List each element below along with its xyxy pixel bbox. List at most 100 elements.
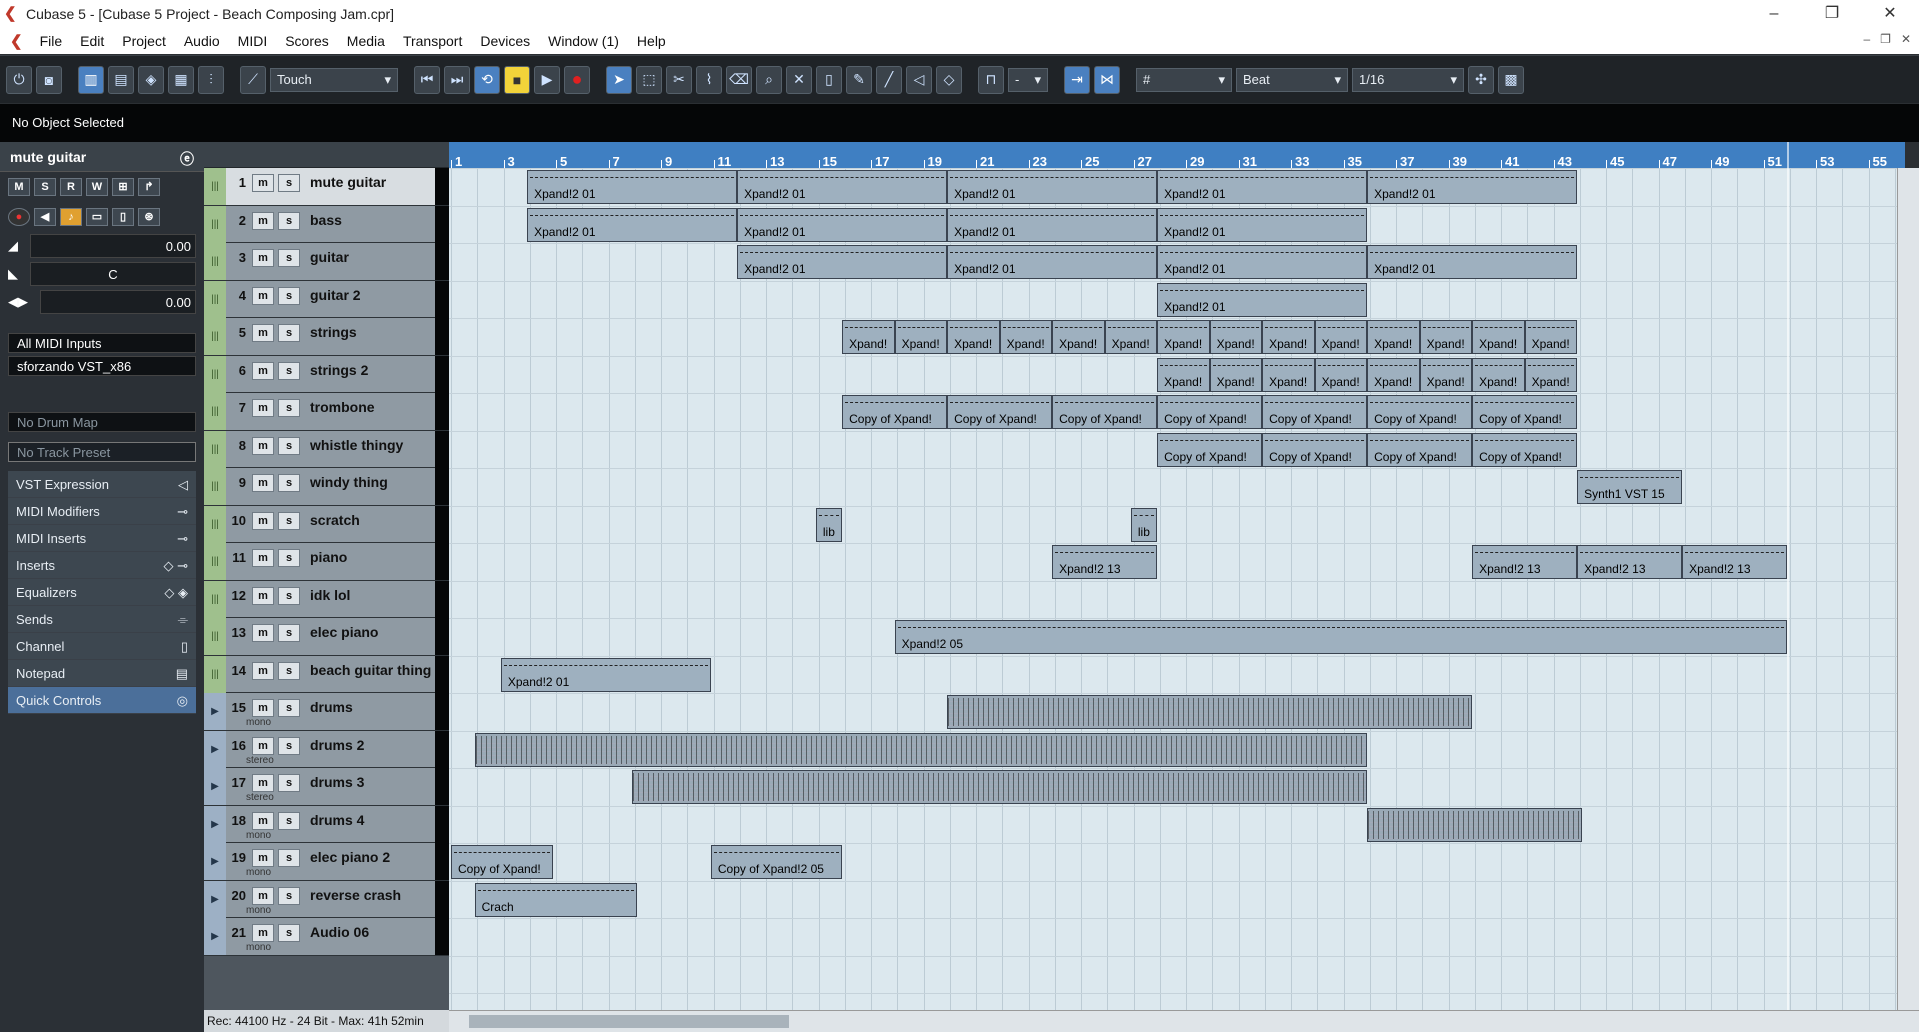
track-row[interactable]: ▶ 16 m s drums 2 stereo [204,730,449,768]
midi-part[interactable]: Xpand! [1419,357,1473,392]
quantize-select[interactable]: 1/16 ▾ [1352,67,1464,92]
maximize-button[interactable]: ❐ [1803,0,1861,28]
track-preset-select[interactable]: No Track Preset [8,442,196,462]
audio-event[interactable] [474,732,1368,767]
midi-part[interactable]: Xpand! [1367,320,1420,354]
range-selection-tool-icon[interactable]: ⬚ [636,65,662,94]
midi-part[interactable]: Xpand! [1524,320,1578,354]
solo-button[interactable]: s [278,736,300,755]
track-row[interactable]: ▶ 15 m s drums mono [204,693,449,731]
solo-button[interactable]: s [278,399,300,417]
midi-part[interactable]: Copy of Xpand! [1472,432,1578,467]
midi-part[interactable]: Xpand! [947,320,1000,354]
step-icon[interactable]: ✣ [1468,65,1494,94]
close-button[interactable]: ✕ [1861,0,1919,28]
midi-part[interactable]: Xpand!2 01 [1367,170,1578,204]
mute-button[interactable]: m [252,549,274,567]
midi-track-icon[interactable]: ||| [204,430,226,468]
volume-fader[interactable]: 0.00 [30,234,196,258]
midi-part[interactable]: Xpand!2 01 [500,657,711,692]
section-sends[interactable]: Sends ⌯ [8,606,196,633]
audio-track-icon[interactable]: ▶ [204,693,226,730]
mute-button[interactable]: m [252,399,274,417]
midi-part[interactable]: Xpand! [999,320,1053,354]
track-name[interactable]: drums [310,699,353,715]
track-name[interactable]: strings 2 [310,362,368,378]
delay-fader[interactable]: 0.00 [40,290,196,314]
track-name[interactable]: piano [310,549,347,565]
midi-part[interactable]: Copy of Xpand! [947,395,1053,429]
record-enable-button[interactable]: ● [8,208,30,226]
mute-button[interactable]: M [8,178,30,196]
midi-part[interactable]: Xpand!2 01 [1157,245,1368,279]
nudge-select[interactable]: - ▾ [1008,67,1048,92]
midi-part[interactable]: Xpand!2 13 [1472,545,1578,579]
menu-devices[interactable]: Devices [471,33,539,49]
track-name[interactable]: idk lol [310,587,350,603]
midi-track-icon[interactable]: ||| [204,205,226,243]
track-name[interactable]: elec piano [310,624,378,640]
activate-project-icon[interactable]: ⏻ [6,65,32,94]
midi-part[interactable]: Xpand!2 01 [947,245,1158,279]
midi-part[interactable]: Xpand!2 01 [1157,170,1368,204]
midi-part[interactable]: Xpand! [1262,320,1315,354]
midi-part[interactable]: Copy of Xpand! [1472,395,1578,429]
record-icon[interactable]: ● [564,65,590,94]
monitor-button[interactable]: ◀ [34,208,56,226]
midi-part[interactable]: Xpand! [1314,320,1368,354]
midi-part[interactable]: Xpand! [1262,357,1315,392]
midi-part[interactable]: Copy of Xpand! [1052,395,1158,429]
scroll-thumb[interactable] [469,1015,789,1028]
solo-button[interactable]: s [278,774,300,792]
solo-button[interactable]: s [278,474,300,492]
midi-part[interactable]: Xpand! [1472,357,1525,392]
midi-track-icon[interactable]: ||| [204,393,226,430]
track-name[interactable]: trombone [310,399,375,415]
midi-part[interactable]: Xpand! [1157,357,1210,392]
midi-part[interactable]: Xpand!2 01 [1367,245,1578,279]
track-row[interactable]: ▶ 20 m s reverse crash mono [204,880,449,918]
mute-button[interactable]: m [252,474,274,492]
grid-type-select[interactable]: Beat ▾ [1236,67,1348,92]
solo-button[interactable]: s [278,661,300,680]
mute-button[interactable]: m [252,511,274,530]
solo-button[interactable]: s [278,286,300,305]
pan-fader[interactable]: C [30,262,196,286]
mdi-minimize-icon[interactable]: – [1863,32,1870,46]
mixer-icon[interactable]: ⫶ [198,65,224,94]
solo-button[interactable]: s [278,586,300,605]
track-row[interactable]: ||| 12 m s idk lol [204,580,449,618]
section-quick-controls[interactable]: Quick Controls ◎ [8,687,196,714]
midi-part[interactable]: Xpand!2 01 [737,207,948,242]
track-name[interactable]: bass [310,212,342,228]
color-tool-icon[interactable]: ◇ [936,65,962,94]
midi-part[interactable]: Xpand!2 13 [1682,545,1788,579]
midi-part[interactable]: Xpand! [1419,320,1473,354]
menu-edit[interactable]: Edit [71,33,113,49]
show-overview-icon[interactable]: ◈ [138,65,164,94]
track-row[interactable]: ||| 6 m s strings 2 [204,355,449,393]
solo-button[interactable]: s [278,211,300,230]
menu-project[interactable]: Project [113,33,175,49]
midi-part[interactable]: Xpand! [1209,357,1263,392]
vertical-scrollbar[interactable] [1897,168,1919,1010]
track-name[interactable]: strings [310,324,357,340]
track-name[interactable]: windy thing [310,474,388,490]
midi-part[interactable]: Xpand!2 13 [1052,545,1158,579]
solo-button[interactable]: s [278,249,300,267]
automation-mode-select[interactable]: Touch ▾ [270,67,398,92]
midi-track-icon[interactable]: ||| [204,318,226,355]
midi-track-icon[interactable]: ||| [204,580,226,618]
menu-audio[interactable]: Audio [175,33,229,49]
mute-button[interactable]: m [252,286,274,305]
track-row[interactable]: ||| 7 m s trombone [204,393,449,431]
audio-track-icon[interactable]: ▶ [204,768,226,805]
solo-button[interactable]: s [278,436,300,455]
color-palette-icon[interactable]: ▩ [1498,65,1524,94]
read-button[interactable]: R [60,178,82,196]
line-tool-icon[interactable]: ╱ [876,65,902,94]
mute-button[interactable]: m [252,736,274,755]
midi-part[interactable]: Xpand! [1209,320,1263,354]
mute-button[interactable]: m [252,324,274,342]
midi-part[interactable]: Xpand!2 05 [894,620,1788,654]
